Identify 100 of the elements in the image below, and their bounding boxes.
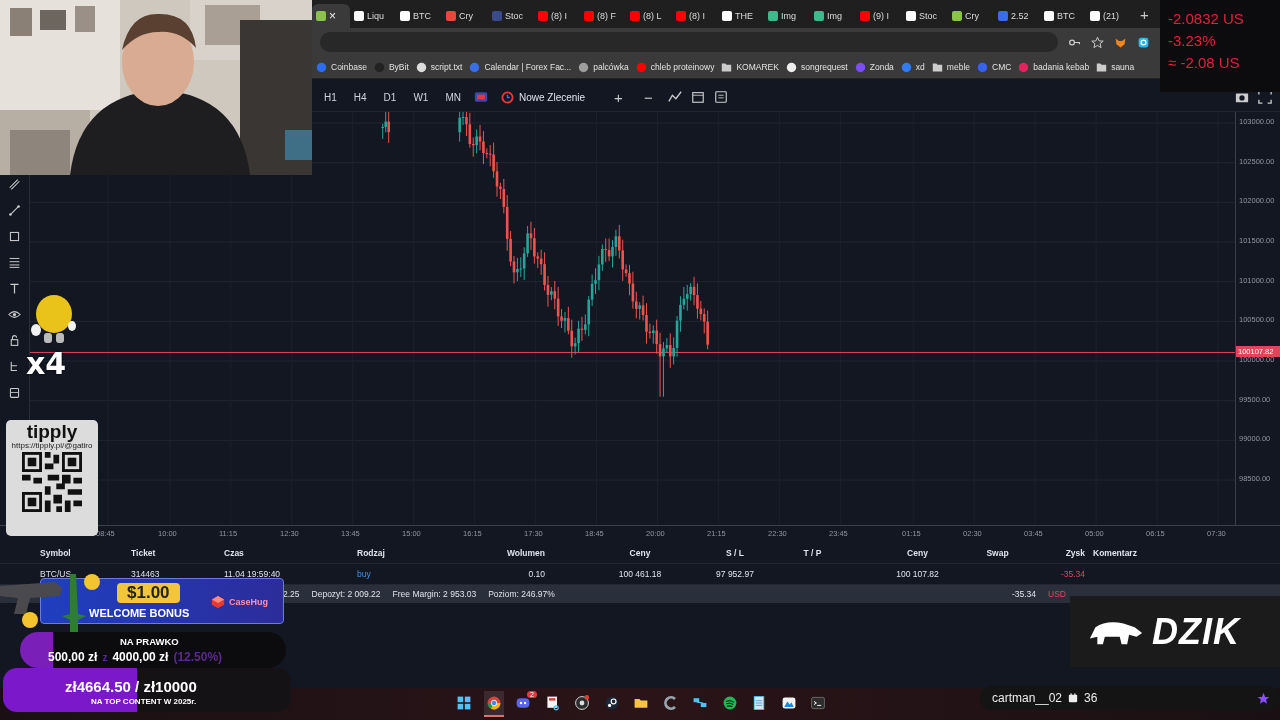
summary-value: 2.25	[283, 589, 300, 599]
browser-tab[interactable]: (9) I	[856, 4, 902, 28]
text-tool-icon[interactable]	[8, 282, 21, 295]
timeframe-button[interactable]: D1	[379, 91, 401, 103]
browser-tab[interactable]: THE	[718, 4, 764, 28]
clock-icon	[500, 90, 514, 104]
summary-value: Depozyt: 2 009.22	[311, 589, 381, 599]
bookmark[interactable]: xd	[900, 61, 925, 73]
column-header[interactable]: Ceny	[545, 548, 705, 558]
browser-tab[interactable]: Stoc	[902, 4, 948, 28]
document-icon[interactable]	[713, 90, 728, 104]
column-header[interactable]: S / L	[705, 548, 765, 558]
extension-icon[interactable]	[1137, 35, 1150, 49]
new-order-button[interactable]: Nowe Zlecenie	[496, 88, 590, 106]
bookmark[interactable]: Coinbase	[316, 61, 367, 73]
indicator-icon[interactable]	[667, 90, 682, 104]
mountain-icon	[780, 695, 797, 711]
browser-tab[interactable]: (8) I	[534, 4, 580, 28]
calendar-icon[interactable]	[690, 90, 705, 104]
new-tab-button[interactable]: +	[1140, 5, 1149, 23]
timeframe-button[interactable]: H4	[349, 91, 371, 103]
summary-value: Poziom: 246.97%	[488, 589, 555, 599]
bookmark[interactable]: ByBit	[373, 61, 409, 73]
browser-tab[interactable]: (21)	[1086, 4, 1132, 28]
fullscreen-icon[interactable]	[1258, 90, 1272, 104]
ticker-value: -2.0832 US	[1168, 10, 1245, 27]
spotify-icon	[721, 695, 738, 711]
column-header[interactable]: Wolumen	[457, 548, 545, 558]
browser-tab[interactable]: 2.52	[994, 4, 1040, 28]
browser-tab[interactable]: Cry	[948, 4, 994, 28]
browser-tab[interactable]: Img	[810, 4, 856, 28]
browser-tab[interactable]: (8) L	[626, 4, 672, 28]
browser-tab[interactable]: (8) I	[672, 4, 718, 28]
rectangle-tool-icon[interactable]	[8, 230, 21, 243]
table-cell: BTC/US	[40, 569, 72, 579]
browser-tab[interactable]: (8) F	[580, 4, 626, 28]
bookmark[interactable]: script.txt	[415, 61, 463, 73]
lock-icon[interactable]	[8, 334, 21, 347]
promo-brand: CaseHug	[229, 597, 268, 607]
bookmark[interactable]: songrequest	[785, 61, 848, 73]
aperture-icon	[574, 695, 590, 711]
line-tool-icon[interactable]	[8, 204, 21, 217]
chat-icon	[515, 695, 531, 711]
timeframe-button[interactable]: MN	[441, 91, 465, 103]
table-cell: buy	[357, 569, 371, 579]
column-header[interactable]: Swap	[975, 548, 1020, 558]
goal-amount: zł4664.50 / zł10000	[65, 678, 197, 695]
total-profit: -35.34	[1011, 589, 1036, 599]
column-header[interactable]: Ticket	[131, 548, 224, 558]
browser-tab[interactable]: Stoc	[488, 4, 534, 28]
browser-tab[interactable]: Cry	[442, 4, 488, 28]
column-header[interactable]: Czas	[224, 548, 357, 558]
bookmark[interactable]: CMC	[977, 61, 1012, 73]
column-header[interactable]: Ceny	[860, 548, 975, 558]
browser-tab[interactable]: Img	[764, 4, 810, 28]
summary-value: Free Margin: 2 953.03	[392, 589, 477, 599]
bookmark[interactable]: sauna	[1096, 61, 1135, 73]
column-header[interactable]: Symbol	[40, 548, 131, 558]
goal-title: NA PRAWKO	[120, 636, 179, 647]
terminal-icon	[810, 695, 826, 711]
eye-icon[interactable]	[8, 308, 21, 321]
bookmark[interactable]: palcówka	[578, 61, 629, 73]
windows-icon	[456, 695, 472, 711]
goal-target: 4000,00 zł	[112, 650, 169, 664]
bookmark[interactable]: KOMAREK	[721, 61, 779, 73]
bookmark[interactable]: chleb proteinowy	[635, 61, 715, 73]
cube-icon	[211, 595, 225, 609]
ticker-value: -3.23%	[1168, 32, 1217, 49]
table-cell: 100 461.18	[618, 569, 662, 579]
column-header[interactable]: Zysk	[1020, 548, 1085, 558]
table-cell: 97 952.97	[716, 569, 754, 579]
star-icon[interactable]	[1091, 35, 1104, 49]
browser-tab[interactable]: ×	[312, 4, 350, 28]
table-cell: 11.04 19:59:40	[224, 569, 281, 579]
bookmark[interactable]: Zonda	[854, 61, 894, 73]
column-header[interactable]: Komentarz	[1085, 548, 1205, 558]
close-tab-button[interactable]: ×	[329, 9, 336, 23]
window-icon[interactable]	[473, 90, 488, 104]
multiplier-label: x4	[26, 346, 67, 381]
trend-lines-icon[interactable]	[8, 178, 21, 191]
browser-tab[interactable]: BTC	[396, 4, 442, 28]
bookmark[interactable]: Calendar | Forex Fac...	[469, 61, 572, 73]
fibonacci-icon[interactable]	[8, 256, 21, 269]
browser-tab[interactable]: BTC	[1040, 4, 1086, 28]
bookmark[interactable]: badania kebab	[1018, 61, 1090, 73]
timeframe-button[interactable]: H1	[320, 91, 341, 103]
browser-tab[interactable]: Liqu	[350, 4, 396, 28]
column-header[interactable]: T / P	[765, 548, 860, 558]
column-header[interactable]: Rodzaj	[357, 548, 457, 558]
star-icon	[1257, 691, 1270, 705]
bookmark[interactable]: meble	[931, 61, 970, 73]
zoom-out-button[interactable]: −	[637, 88, 659, 106]
timeframe-button[interactable]: W1	[409, 91, 433, 103]
zoom-in-button[interactable]: +	[608, 88, 629, 106]
chat-username: cartman__02	[992, 691, 1063, 705]
trash-icon[interactable]	[8, 386, 21, 399]
chat-count: 36	[1084, 691, 1098, 705]
taskbar-app[interactable]	[483, 691, 504, 717]
promo-price: $1.00	[117, 583, 180, 603]
tipply-logo: tipply	[26, 422, 78, 442]
